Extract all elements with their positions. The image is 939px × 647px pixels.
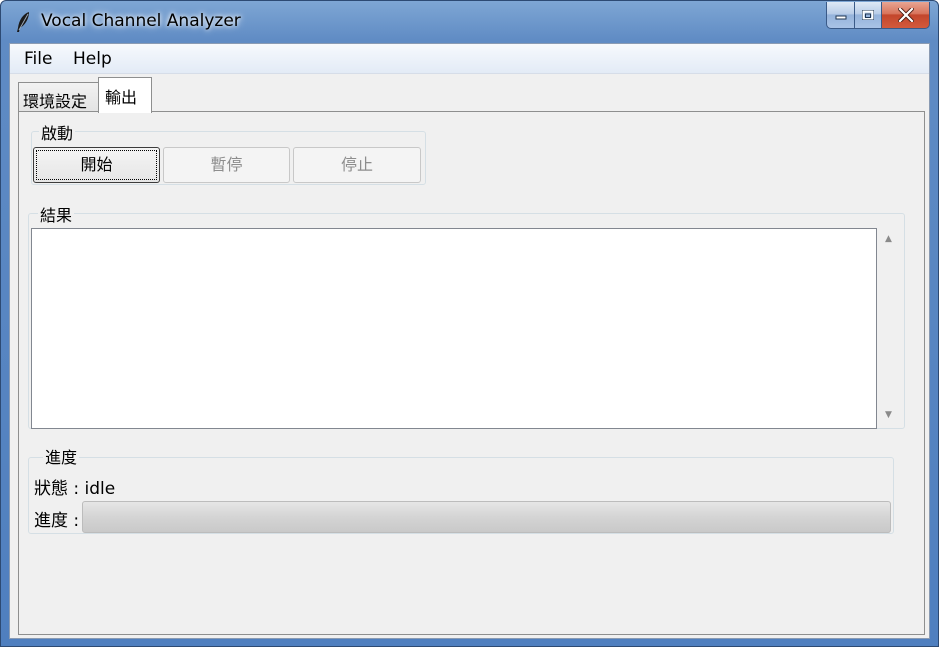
- results-scrollbar[interactable]: ▲ ▼: [880, 228, 898, 427]
- window-controls: [826, 2, 930, 30]
- scroll-up-icon[interactable]: ▲: [885, 234, 892, 244]
- start-button[interactable]: 開始: [33, 147, 160, 183]
- tab-output[interactable]: 輸出: [98, 77, 152, 113]
- results-group-label: 結果: [38, 202, 75, 226]
- close-button[interactable]: [882, 2, 930, 29]
- progress-group-label: 進度: [43, 444, 80, 468]
- start-group-label: 啟動: [39, 120, 76, 144]
- tab-environment-settings[interactable]: 環境設定: [18, 82, 100, 112]
- progress-label: 進度 :: [34, 511, 80, 531]
- client-area: File Help 環境設定 輸出 啟動 開始 暫停 停止 結果 ▲ ▼ 進度 …: [9, 43, 930, 639]
- menu-help[interactable]: Help: [73, 49, 112, 69]
- menu-bar: File Help: [10, 44, 929, 74]
- maximize-icon: [862, 10, 874, 20]
- feather-icon: [17, 12, 29, 32]
- app-window: Vocal Channel Analyzer File Help 環境設定 輸出…: [0, 0, 939, 647]
- maximize-button[interactable]: [855, 2, 882, 29]
- menu-file[interactable]: File: [24, 49, 52, 69]
- pause-button[interactable]: 暫停: [163, 147, 290, 183]
- progress-bar: [82, 501, 891, 533]
- results-textbox[interactable]: [31, 228, 877, 429]
- window-title: Vocal Channel Analyzer: [41, 11, 241, 31]
- minimize-icon: [835, 15, 846, 20]
- status-value: idle: [84, 479, 116, 499]
- scroll-down-icon[interactable]: ▼: [885, 410, 892, 420]
- status-label: 狀態 :: [34, 479, 85, 499]
- status-line: 狀態 : idle: [34, 474, 115, 499]
- title-bar[interactable]: Vocal Channel Analyzer: [1, 1, 938, 43]
- output-tab-panel: 啟動 開始 暫停 停止 結果 ▲ ▼ 進度 狀態 : idle 進度 :: [18, 111, 925, 635]
- minimize-button[interactable]: [826, 2, 855, 29]
- stop-button[interactable]: 停止: [293, 147, 421, 183]
- close-icon: [897, 8, 914, 22]
